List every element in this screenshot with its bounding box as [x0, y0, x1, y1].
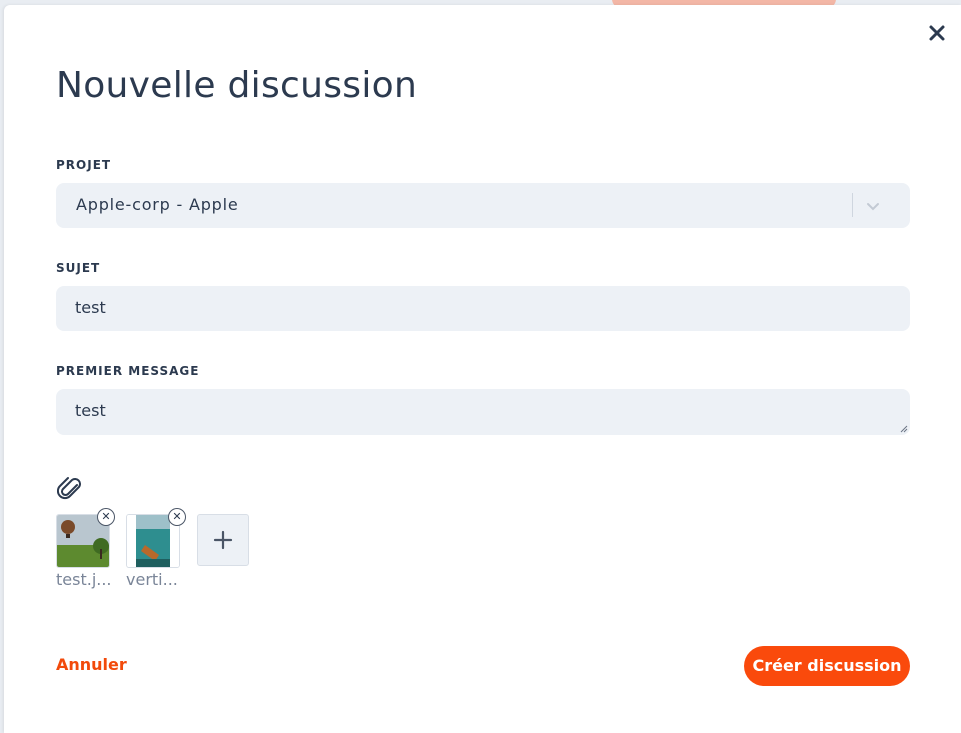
remove-attachment-button[interactable]: ✕	[168, 508, 186, 526]
subject-input[interactable]: test	[56, 286, 910, 331]
subject-label: SUJET	[56, 261, 101, 275]
message-label: PREMIER MESSAGE	[56, 364, 200, 378]
project-select-value: Apple-corp - Apple	[76, 195, 239, 214]
message-textarea-value: test	[75, 401, 106, 420]
attachment-name: verti...	[126, 570, 178, 589]
close-button[interactable]	[926, 22, 948, 44]
close-icon	[929, 25, 945, 41]
chevron-down-icon[interactable]	[864, 197, 882, 215]
cancel-button[interactable]: Annuler	[56, 655, 127, 674]
remove-attachment-button[interactable]: ✕	[97, 508, 115, 526]
message-textarea[interactable]: test	[56, 389, 910, 435]
project-select[interactable]: Apple-corp - Apple	[56, 183, 910, 228]
modal-title: Nouvelle discussion	[56, 65, 418, 106]
plus-icon	[213, 530, 233, 550]
new-discussion-modal: Nouvelle discussion PROJET Apple-corp - …	[4, 5, 961, 733]
add-attachment-button[interactable]	[197, 514, 249, 566]
paperclip-icon[interactable]	[57, 474, 81, 500]
subject-input-value: test	[75, 298, 106, 317]
resize-handle-icon[interactable]	[900, 425, 908, 433]
attachment-name: test.j...	[56, 570, 112, 589]
project-label: PROJET	[56, 158, 112, 172]
select-separator	[852, 193, 853, 217]
create-discussion-button[interactable]: Créer discussion	[744, 646, 910, 686]
